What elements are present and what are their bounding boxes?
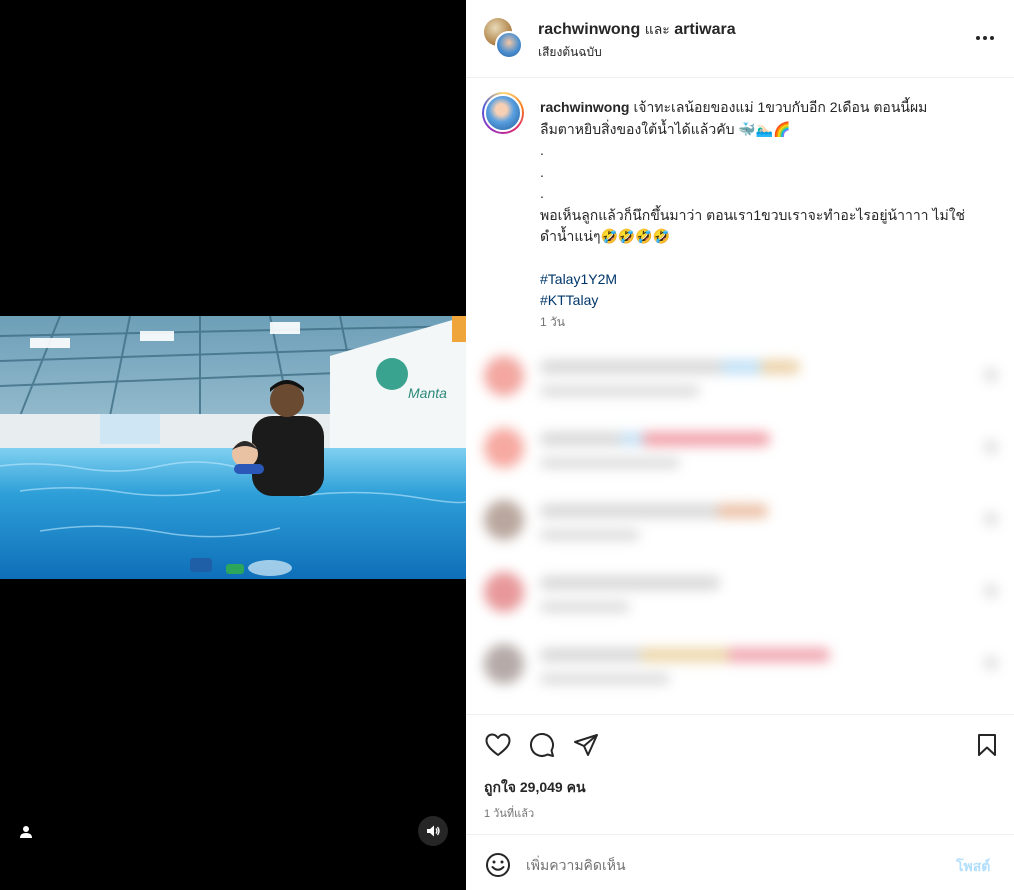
comment-text xyxy=(540,432,770,446)
media-pane: Manta xyxy=(0,0,466,890)
pool-scene: Manta xyxy=(0,316,466,579)
collab-authors: rachwinwong และ artiwara xyxy=(538,19,736,41)
caption-text: พอเห็นลูกแล้วก็นึกขึ้นมาว่า ตอนเรา1ขวบเร… xyxy=(540,206,966,223)
emoji-icon xyxy=(486,853,510,877)
post-panel: rachwinwong และ artiwara เสียงต้นฉบับ ra… xyxy=(466,0,1014,890)
share-icon xyxy=(574,734,598,756)
comment-box: โพสต์ xyxy=(466,834,1014,890)
post-comment-button[interactable]: โพสต์ xyxy=(956,856,990,878)
likes-count[interactable]: ถูกใจ 29,049 คน xyxy=(484,777,586,799)
volume-icon xyxy=(427,825,440,837)
caption-timestamp: 1 วัน xyxy=(540,315,565,329)
comment-text xyxy=(540,360,800,374)
heart-icon[interactable] xyxy=(984,584,998,598)
heart-icon[interactable] xyxy=(984,440,998,454)
avatar xyxy=(484,500,524,540)
bookmark-icon xyxy=(978,734,996,756)
audio-link[interactable]: เสียงต้นฉบับ xyxy=(538,43,602,62)
comment-meta xyxy=(540,530,640,540)
avatar xyxy=(484,572,524,612)
blurred-comment xyxy=(466,414,1014,484)
heart-icon[interactable] xyxy=(984,656,998,670)
comment-meta xyxy=(540,602,630,612)
avatar xyxy=(495,31,523,59)
user-tag-button[interactable] xyxy=(12,818,40,846)
caption-avatar[interactable] xyxy=(482,92,524,134)
comment-text xyxy=(540,576,720,590)
caption-text: ลืมตาหยิบสิ่งของใต้น้ำได้แล้วคับ 🐳🏊🏻‍♂️🌈 xyxy=(540,120,791,137)
comments-list xyxy=(466,340,1014,714)
hashtag-link[interactable]: #Talay1Y2M xyxy=(540,269,995,291)
post-header: rachwinwong และ artiwara เสียงต้นฉบับ xyxy=(466,0,1014,78)
comment-meta xyxy=(540,458,680,468)
blurred-comment xyxy=(466,558,1014,628)
caption-text: เจ้าทะเลน้อยของแม่ 1ขวบกับอีก 2เดือน ตอน… xyxy=(633,99,928,115)
post-caption: rachwinwong เจ้าทะเลน้อยของแม่ 1ขวบกับอีก… xyxy=(540,97,995,312)
author-link-1[interactable]: rachwinwong xyxy=(538,21,640,38)
avatar xyxy=(484,644,524,684)
avatar xyxy=(484,428,524,468)
heart-icon[interactable] xyxy=(984,512,998,526)
more-icon xyxy=(976,36,994,40)
heart-icon xyxy=(485,733,511,756)
mute-button[interactable] xyxy=(418,816,448,846)
blurred-comment xyxy=(466,486,1014,556)
heart-icon[interactable] xyxy=(984,368,998,382)
hashtag-link[interactable]: #KTTalay xyxy=(540,290,995,312)
post-timestamp: 1 วันที่แล้ว xyxy=(484,808,535,820)
caption-dot: . xyxy=(540,185,544,201)
caption-dot: . xyxy=(540,142,544,158)
save-button[interactable] xyxy=(972,730,1002,760)
and-text: และ xyxy=(644,21,670,37)
comment-button[interactable] xyxy=(527,730,557,760)
comment-icon xyxy=(530,733,554,757)
comment-text xyxy=(540,648,830,662)
comment-text xyxy=(540,504,768,518)
caption-text: ดำน้ำแน่ๆ🤣🤣🤣🤣 xyxy=(540,228,671,244)
more-options-button[interactable] xyxy=(970,26,1000,50)
post-video[interactable]: Manta xyxy=(0,316,466,579)
like-button[interactable] xyxy=(483,730,513,760)
blurred-comment xyxy=(466,342,1014,412)
avatar xyxy=(484,94,522,132)
caption-username[interactable]: rachwinwong xyxy=(540,99,629,115)
comment-input[interactable] xyxy=(526,851,926,879)
caption-line-1: rachwinwong เจ้าทะเลน้อยของแม่ 1ขวบกับอีก… xyxy=(540,97,995,119)
caption-dot: . xyxy=(540,163,544,180)
emoji-button[interactable] xyxy=(484,851,512,879)
blurred-comment xyxy=(466,630,1014,700)
user-tag-icon xyxy=(20,826,32,838)
avatar xyxy=(484,356,524,396)
author-link-2[interactable]: artiwara xyxy=(674,21,735,38)
svg-text:Manta: Manta xyxy=(408,385,447,401)
share-button[interactable] xyxy=(571,730,601,760)
collab-avatars[interactable] xyxy=(484,18,524,59)
action-bar: ถูกใจ 29,049 คน 1 วันที่แล้ว xyxy=(466,714,1014,834)
comment-meta xyxy=(540,386,700,396)
comment-meta xyxy=(540,674,670,684)
